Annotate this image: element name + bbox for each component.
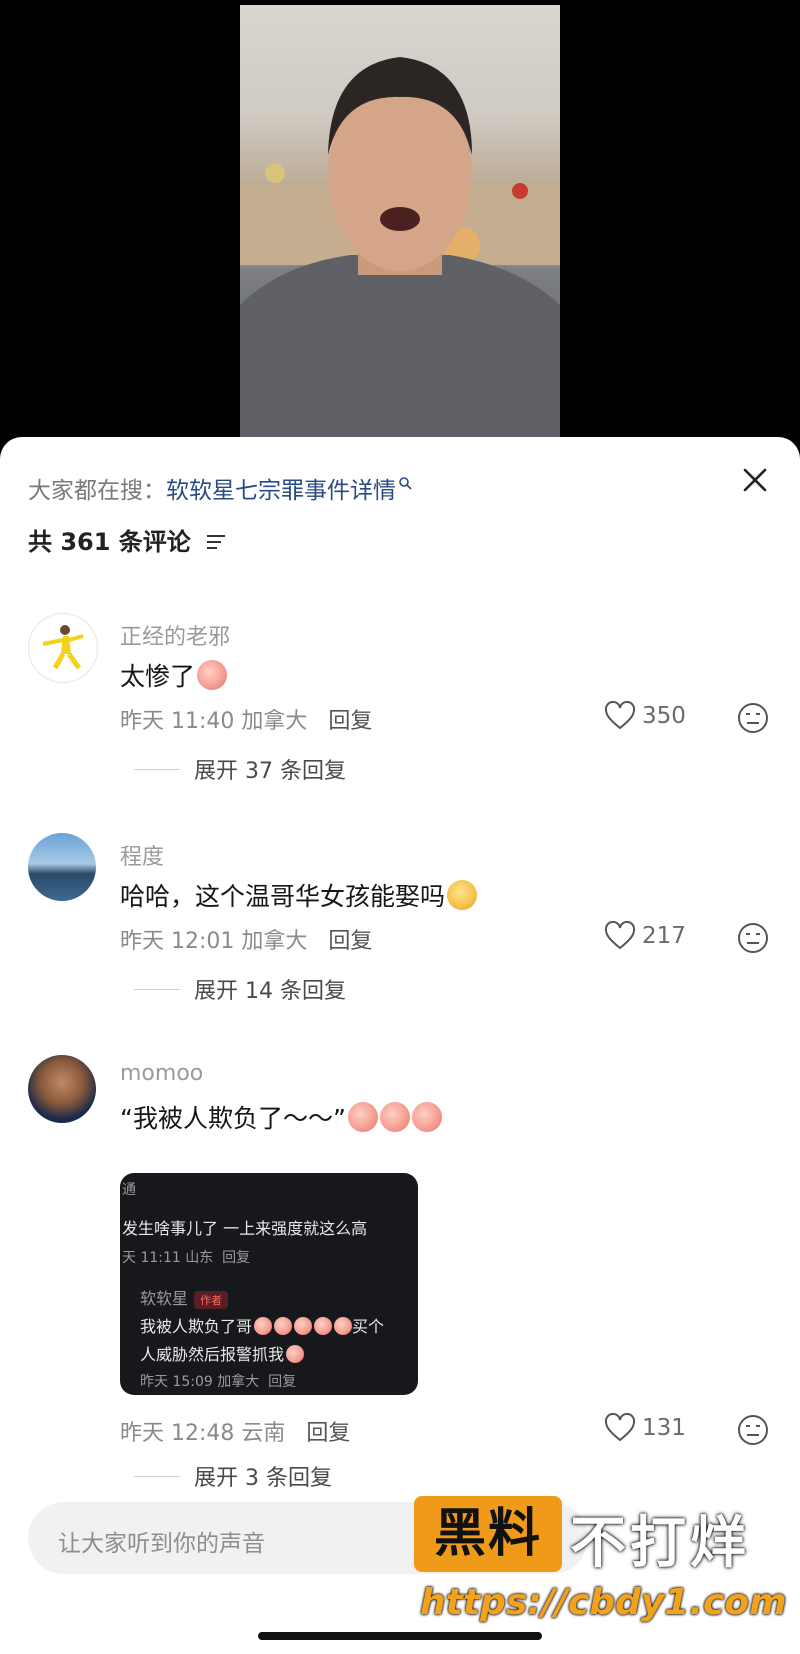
watermark-url: https://cbdy1.com — [420, 1582, 787, 1623]
author-badge: 作者 — [194, 1291, 229, 1309]
close-icon[interactable] — [738, 463, 772, 497]
comment-count-label: 共 361 条评论 — [28, 528, 191, 556]
sort-icon[interactable] — [205, 532, 227, 552]
trending-search-prefix: 大家都在搜： — [28, 478, 166, 504]
comment-text: 太惨了 — [120, 657, 228, 693]
expand-divider — [134, 768, 180, 770]
crying-emoji-icon — [379, 1102, 410, 1132]
avatar[interactable] — [28, 833, 96, 901]
shot-line5: 昨天 15:09 加拿大 回复 — [140, 1371, 296, 1391]
watermark: 黑料 不打烊 https://cbdy1.com — [414, 1496, 794, 1636]
crying-emoji-icon — [197, 660, 228, 690]
expand-replies-button[interactable]: 展开 14 条回复 — [134, 973, 346, 1005]
expand-divider — [134, 1475, 180, 1477]
like-button[interactable]: 217 — [604, 921, 686, 951]
expand-replies-button[interactable]: 展开 3 条回复 — [134, 1460, 332, 1492]
shot-author: 软软星 作者 — [140, 1285, 229, 1309]
shot-line0: 通 — [122, 1182, 136, 1198]
comment-text-body: 哈哈，这个温哥华女孩能娶吗 — [120, 882, 446, 911]
crying-emoji-icon — [314, 1317, 333, 1335]
avatar[interactable] — [28, 1055, 96, 1123]
shy-emoji-icon — [447, 880, 478, 910]
shot-line3-tail: 买个 — [352, 1317, 385, 1336]
comment-location: 加拿大 — [241, 929, 308, 954]
comment-time: 昨天 12:01 — [120, 929, 235, 954]
crying-emoji-icon — [411, 1102, 442, 1132]
crying-emoji-icon — [254, 1317, 273, 1335]
reply-button[interactable]: 回复 — [328, 929, 372, 954]
shot-line4-text: 人威胁然后报警抓我 — [140, 1345, 285, 1364]
trending-search-keyword[interactable]: 软软星七宗罪事件详情 — [166, 478, 396, 504]
video-frame — [240, 5, 560, 445]
comment-image[interactable]: 通 发生啥事儿了 一上来强度就这么高 天 11:11 山东 回复 软软星 作者 我… — [120, 1173, 418, 1395]
search-icon — [399, 477, 412, 490]
heart-icon — [604, 921, 636, 950]
shot-line3-text: 我被人欺负了哥 — [140, 1317, 253, 1336]
expand-replies-button[interactable]: 展开 37 条回复 — [134, 753, 346, 785]
expand-replies-label: 展开 14 条回复 — [194, 979, 346, 1004]
comment-sheet: 大家都在搜：软软星七宗罪事件详情 共 361 条评论 正经的老邪 太惨了 昨天 … — [0, 437, 800, 1654]
shot-line2-meta: 天 11:11 山东 — [122, 1250, 214, 1266]
crying-emoji-icon — [294, 1317, 313, 1335]
expand-replies-label: 展开 37 条回复 — [194, 759, 346, 784]
username[interactable]: 正经的老邪 — [120, 619, 230, 651]
like-count: 131 — [642, 1415, 686, 1441]
video-player[interactable] — [0, 0, 800, 450]
like-count: 217 — [642, 923, 686, 949]
comment-meta: 昨天 11:40 加拿大 回复 — [120, 703, 372, 735]
avatar[interactable] — [28, 613, 98, 683]
comment-location: 云南 — [241, 1421, 286, 1446]
shot-line3: 我被人欺负了哥 买个 — [140, 1313, 384, 1337]
expand-divider — [134, 988, 180, 990]
shot-author-name: 软软星 — [140, 1289, 189, 1308]
watermark-white-label: 不打烊 — [570, 1511, 750, 1576]
watermark-black-label: 黑料 — [414, 1496, 562, 1572]
like-button[interactable]: 131 — [604, 1413, 686, 1443]
comment-meta: 昨天 12:48 云南 回复 — [120, 1415, 350, 1447]
trending-search[interactable]: 大家都在搜：软软星七宗罪事件详情 — [28, 471, 412, 505]
shot-line2: 天 11:11 山东 回复 — [122, 1247, 250, 1267]
dislike-face-icon[interactable] — [736, 921, 770, 955]
comment-meta: 昨天 12:01 加拿大 回复 — [120, 923, 372, 955]
heart-icon — [604, 701, 636, 730]
dislike-face-icon[interactable] — [736, 701, 770, 735]
shot-line5-meta: 昨天 15:09 加拿大 — [140, 1374, 260, 1390]
like-button[interactable]: 350 — [604, 701, 686, 731]
like-count: 350 — [642, 703, 686, 729]
comment-location: 加拿大 — [241, 709, 308, 734]
heart-icon — [604, 1413, 636, 1442]
shot-line2-reply: 回复 — [222, 1250, 251, 1266]
username[interactable]: 程度 — [120, 839, 164, 871]
comment-text-body: 太惨了 — [120, 662, 196, 691]
username[interactable]: momoo — [120, 1061, 203, 1086]
crying-emoji-icon — [286, 1345, 305, 1363]
shot-line1: 发生啥事儿了 一上来强度就这么高 — [122, 1219, 368, 1238]
comment-text: “我被人欺负了～～” — [120, 1099, 442, 1135]
expand-replies-label: 展开 3 条回复 — [194, 1466, 332, 1491]
reply-button[interactable]: 回复 — [306, 1421, 350, 1446]
crying-emoji-icon — [347, 1102, 378, 1132]
crying-emoji-icon — [274, 1317, 293, 1335]
reply-button[interactable]: 回复 — [328, 709, 372, 734]
shot-line4: 人威胁然后报警抓我 — [140, 1341, 305, 1365]
comment-time: 昨天 12:48 — [120, 1421, 235, 1446]
crying-emoji-icon — [334, 1317, 353, 1335]
comment-time: 昨天 11:40 — [120, 709, 235, 734]
shot-line5-reply: 回复 — [268, 1374, 297, 1390]
speaker-figure — [240, 57, 560, 445]
dislike-face-icon[interactable] — [736, 1413, 770, 1447]
comment-count: 共 361 条评论 — [28, 522, 227, 557]
comment-text: 哈哈，这个温哥华女孩能娶吗 — [120, 877, 478, 913]
comment-input-placeholder: 让大家听到你的声音 — [58, 1531, 265, 1557]
comment-text-body: “我被人欺负了～～” — [120, 1104, 346, 1133]
